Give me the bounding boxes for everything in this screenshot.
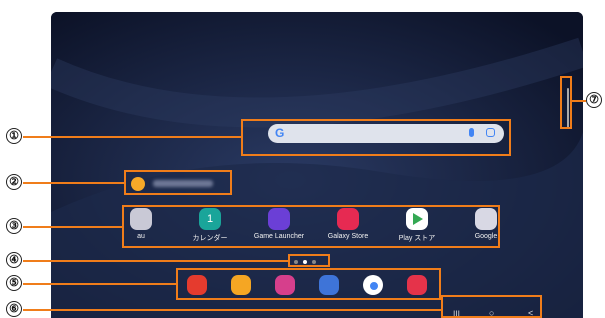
highlight-app-row	[122, 205, 500, 248]
leader-3	[23, 226, 122, 228]
leader-7	[572, 100, 586, 102]
highlight-page-indicator	[288, 254, 330, 267]
highlight-edge-handle	[560, 76, 572, 129]
leader-6	[23, 309, 441, 311]
leader-2	[23, 182, 124, 184]
leader-5	[23, 283, 176, 285]
highlight-widget	[124, 170, 232, 195]
callout-3: ③	[6, 218, 22, 234]
highlight-search-bar	[241, 119, 511, 156]
callout-1: ①	[6, 128, 22, 144]
highlight-nav-bar	[441, 295, 542, 318]
leader-1	[23, 136, 241, 138]
leader-4	[23, 260, 288, 262]
highlight-dock	[176, 268, 441, 300]
callout-5: ⑤	[6, 275, 22, 291]
callout-7: ⑦	[586, 92, 602, 108]
callout-4: ④	[6, 252, 22, 268]
callout-2: ②	[6, 174, 22, 190]
callout-6: ⑥	[6, 301, 22, 317]
